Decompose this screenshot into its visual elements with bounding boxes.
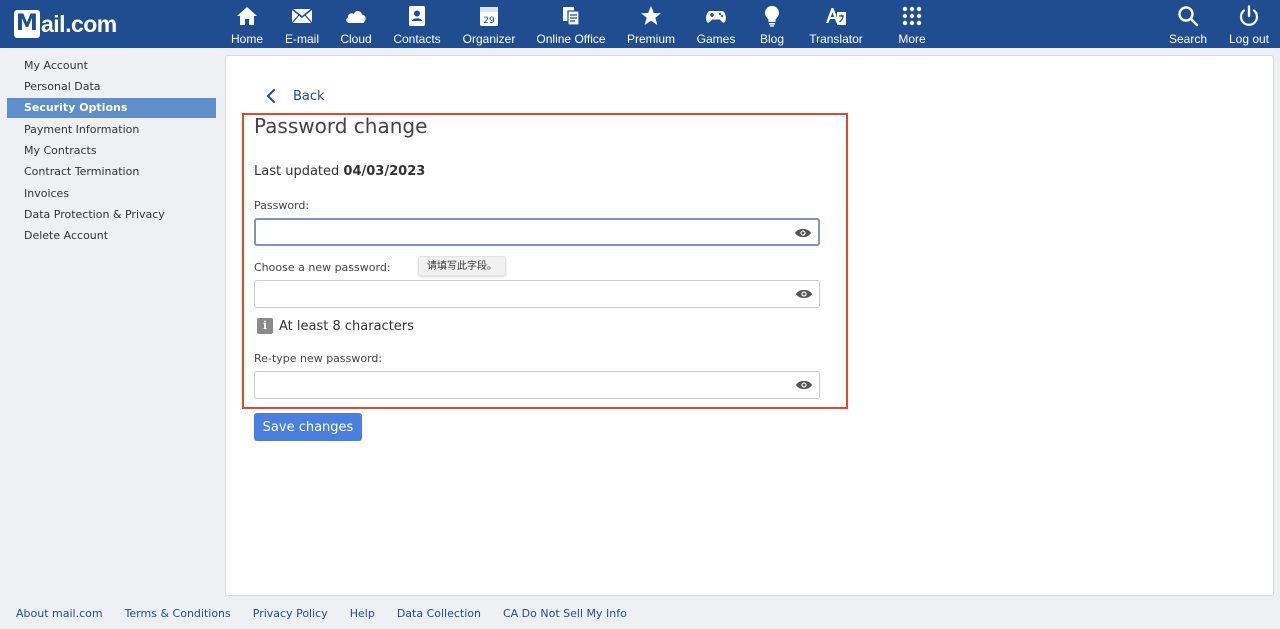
translate-icon (826, 8, 846, 25)
nav-organizer-label: Organizer (462, 32, 516, 46)
nav-more[interactable]: More (892, 4, 932, 46)
footer-link-do-not-sell[interactable]: CA Do Not Sell My Info (503, 607, 627, 620)
eye-icon[interactable] (794, 227, 812, 239)
last-updated: Last updated 04/03/2023 (254, 164, 425, 179)
back-link[interactable]: Back (265, 88, 325, 104)
back-label: Back (293, 88, 325, 104)
footer-link-help[interactable]: Help (350, 607, 375, 620)
nav-online-office[interactable]: Online Office (534, 4, 608, 46)
retype-password-label: Re-type new password: (254, 352, 383, 365)
sidebar-item-personal-data[interactable]: Personal Data (7, 77, 216, 97)
nav-translator-label: Translator (809, 32, 863, 46)
sidebar-item-delete-account[interactable]: Delete Account (7, 226, 216, 246)
info-icon: i (257, 318, 273, 334)
nav-games[interactable]: Games (694, 4, 738, 46)
nav-translator[interactable]: Translator (806, 4, 866, 46)
eye-icon[interactable] (795, 288, 813, 300)
password-hint: i At least 8 characters (257, 318, 414, 334)
sidebar-item-security-options[interactable]: Security Options (7, 98, 216, 118)
validation-tooltip: 请填写此字段。 (418, 256, 506, 276)
nav-contacts-label: Contacts (393, 32, 441, 46)
sidebar-item-my-account[interactable]: My Account (7, 56, 216, 76)
eye-icon[interactable] (795, 379, 813, 391)
nav-games-label: Games (696, 32, 736, 46)
retype-password-input[interactable] (261, 376, 781, 394)
calendar-icon: 29 (480, 7, 498, 26)
logo-text: ail.com (41, 10, 117, 37)
chevron-left-icon (266, 89, 275, 103)
footer-links: About mail.com Terms & Conditions Privac… (16, 607, 649, 620)
sidebar-item-data-protection[interactable]: Data Protection & Privacy (7, 205, 216, 225)
nav-organizer[interactable]: 29 Organizer (460, 4, 518, 46)
sidebar-item-contract-termination[interactable]: Contract Termination (7, 162, 216, 182)
nav-premium[interactable]: Premium (624, 4, 678, 46)
nav-blog-label: Blog (759, 32, 785, 46)
sidebar-item-my-contracts[interactable]: My Contracts (7, 141, 216, 161)
nav-more-label: More (898, 32, 926, 46)
cloud-icon (346, 11, 366, 23)
last-updated-prefix: Last updated (254, 164, 340, 179)
logo-letter: M (14, 10, 40, 38)
star-icon (641, 6, 661, 25)
footer-link-about[interactable]: About mail.com (16, 607, 103, 620)
footer-link-data-collection[interactable]: Data Collection (397, 607, 481, 620)
password-input[interactable] (262, 224, 782, 242)
calendar-day-text: 29 (483, 16, 495, 26)
nav-premium-label: Premium (626, 32, 675, 46)
sidebar-item-payment-information[interactable]: Payment Information (7, 120, 216, 140)
top-navigation-bar: M ail.com Home E-mail Cloud Contacts 29 … (0, 0, 1280, 48)
footer-link-privacy[interactable]: Privacy Policy (253, 607, 328, 620)
nav-contacts[interactable]: Contacts (391, 4, 443, 46)
power-icon (1239, 5, 1259, 26)
search-label: Search (1168, 32, 1208, 46)
nav-email-label: E-mail (284, 32, 319, 46)
mailcom-logo[interactable]: M ail.com (14, 8, 117, 40)
sidebar-item-invoices[interactable]: Invoices (7, 184, 216, 204)
new-password-input[interactable] (261, 285, 781, 303)
password-label: Password: (254, 199, 310, 212)
logout-label: Log out (1228, 32, 1270, 46)
last-updated-date: 04/03/2023 (343, 164, 426, 179)
nav-blog[interactable]: Blog (754, 4, 790, 46)
retype-password-field[interactable] (254, 371, 820, 399)
contacts-icon (409, 6, 425, 26)
page-title: Password change (254, 114, 428, 138)
footer-link-terms[interactable]: Terms & Conditions (125, 607, 231, 620)
gamepad-icon (706, 11, 726, 23)
logout-button[interactable]: Log out (1226, 4, 1272, 46)
nav-home[interactable]: Home (229, 4, 265, 46)
nav-cloud[interactable]: Cloud (338, 4, 374, 46)
grid-icon (902, 6, 922, 26)
office-icon (563, 7, 580, 26)
nav-home-label: Home (230, 32, 263, 46)
new-password-label: Choose a new password: (254, 261, 391, 274)
mail-icon (291, 8, 313, 24)
home-icon (237, 7, 257, 25)
save-changes-button[interactable]: Save changes (254, 413, 362, 441)
nav-cloud-label: Cloud (340, 32, 372, 46)
password-field[interactable] (254, 218, 820, 246)
password-hint-text: At least 8 characters (279, 318, 414, 334)
search-icon (1178, 6, 1199, 27)
search-button[interactable]: Search (1166, 4, 1210, 46)
new-password-field[interactable] (254, 280, 820, 308)
nav-online-office-label: Online Office (536, 32, 606, 46)
lightbulb-icon (765, 6, 779, 27)
nav-email[interactable]: E-mail (282, 4, 322, 46)
